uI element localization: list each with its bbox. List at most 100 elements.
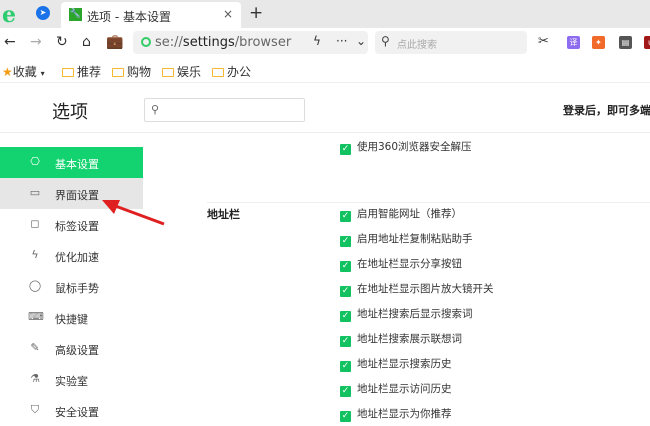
option-label: 地址栏显示访问历史 — [357, 383, 452, 395]
check-icon: ✓ — [340, 236, 351, 247]
sidebar: ⎔ 基本设置 ▭ 界面设置 ◻ 标签设置 ϟ 优化加速 ◯ 鼠标手势 ⌨ 快捷键 ✎ 高级设置… — [0, 147, 143, 426]
option-checkbox[interactable]: ✓ 使用360浏览器安全解压 — [340, 139, 472, 155]
lightning-icon[interactable]: ϟ — [313, 34, 321, 48]
sidebar-item-lab[interactable]: ⚗ 实验室 — [0, 364, 143, 395]
translate-icon[interactable]: 译 — [567, 36, 580, 49]
dropdown-icon: ▾ — [40, 69, 45, 78]
sidebar-item-label: 快捷键 — [55, 313, 88, 326]
check-icon: ✓ — [340, 361, 351, 372]
option-label: 在地址栏显示分享按钮 — [357, 258, 462, 270]
reader-icon[interactable]: ▤ — [619, 36, 632, 49]
folder-label: 办公 — [227, 65, 252, 79]
pinned-tab-icon[interactable]: ➤ — [36, 6, 50, 20]
option-checkbox[interactable]: ✓ 在地址栏显示图片放大镜开关 — [340, 281, 494, 297]
more-button[interactable]: ··· — [336, 34, 347, 48]
search-placeholder: 点此搜索 — [397, 40, 437, 51]
option-checkbox[interactable]: ✓ 在地址栏显示分享按钮 — [340, 256, 462, 272]
option-checkbox[interactable]: ✓ 地址栏显示为你推荐 — [340, 406, 452, 422]
option-label: 启用地址栏复制粘贴助手 — [357, 233, 473, 245]
section-title: 地址栏 — [207, 208, 240, 221]
search-icon: ⚲ — [151, 103, 160, 116]
option-label: 启用智能网址（推荐） — [357, 208, 462, 220]
check-icon: ✓ — [340, 336, 351, 347]
sidebar-item-security[interactable]: ⛉ 安全设置 — [0, 395, 143, 426]
option-checkbox[interactable]: ✓ 启用智能网址（推荐） — [340, 206, 462, 222]
option-checkbox[interactable]: ✓ 地址栏显示搜索历史 — [340, 356, 452, 372]
option-checkbox[interactable]: ✓ 地址栏显示访问历史 — [340, 381, 452, 397]
shield-icon: ⛉ — [30, 403, 40, 416]
login-prompt[interactable]: 登录后，即可多端 — [563, 102, 650, 118]
check-icon: ✓ — [340, 261, 351, 272]
check-icon: ✓ — [340, 386, 351, 397]
bookmark-favorites[interactable]: ★收藏 ▾ — [2, 63, 45, 80]
tab-icon: ◻ — [30, 217, 40, 230]
favorites-label: 收藏 — [12, 65, 37, 79]
bookmark-folder[interactable]: 购物 — [112, 63, 151, 80]
sidebar-item-label: 安全设置 — [55, 406, 99, 419]
address-bar[interactable]: se://settings/browser ϟ ··· ⌄ — [133, 31, 368, 54]
chevron-down-icon[interactable]: ⌄ — [356, 34, 366, 48]
sidebar-item-basic[interactable]: ⎔ 基本设置 — [0, 147, 143, 178]
option-checkbox[interactable]: ✓ 地址栏搜索后显示搜索词 — [340, 306, 473, 322]
briefcase-icon[interactable]: 💼 — [106, 34, 123, 50]
sidebar-item-label: 界面设置 — [55, 189, 99, 202]
divider — [0, 132, 650, 133]
option-checkbox[interactable]: ✓ 启用地址栏复制粘贴助手 — [340, 231, 473, 247]
red-arrow-annotation — [102, 200, 165, 226]
game-icon[interactable]: ✦ — [592, 36, 605, 49]
sidebar-item-label: 标签设置 — [55, 220, 99, 233]
scissors-icon[interactable]: ✂ — [538, 34, 549, 49]
new-tab-button[interactable]: + — [249, 3, 263, 23]
sidebar-item-shortcuts[interactable]: ⌨ 快捷键 — [0, 302, 143, 333]
bookmark-folder[interactable]: 推荐 — [62, 63, 101, 80]
search-icon: ⚲ — [381, 34, 390, 48]
url-host: settings — [182, 35, 235, 50]
close-tab-button[interactable]: × — [223, 7, 233, 21]
sidebar-item-advanced[interactable]: ✎ 高级设置 — [0, 333, 143, 364]
check-icon: ✓ — [340, 144, 351, 155]
back-icon[interactable]: ← — [4, 34, 16, 50]
tab-settings[interactable]: 🔧 选项 - 基本设置 × — [61, 2, 241, 28]
folder-icon — [112, 68, 124, 77]
url-path: /browser — [234, 35, 292, 50]
search-bar[interactable]: ⚲ 点此搜索 — [375, 31, 527, 54]
forward-icon[interactable]: → — [30, 34, 42, 50]
window-icon: ▭ — [29, 186, 41, 199]
bookmark-folder[interactable]: 娱乐 — [162, 63, 201, 80]
tab-bar: e ➤ 🔧 选项 - 基本设置 × + — [0, 0, 650, 28]
check-icon: ✓ — [340, 286, 351, 297]
url-prefix: se:// — [155, 35, 183, 50]
bookmark-folder[interactable]: 办公 — [212, 63, 251, 80]
option-checkbox[interactable]: ✓ 地址栏搜索展示联想词 — [340, 331, 462, 347]
folder-icon — [62, 68, 74, 77]
star-icon: ★ — [2, 65, 13, 79]
shield-ext-icon[interactable]: u — [644, 36, 650, 49]
option-label: 地址栏搜索展示联想词 — [357, 333, 462, 345]
mouse-icon: ◯ — [28, 279, 42, 292]
flask-icon: ⚗ — [30, 372, 40, 385]
secure-icon — [141, 37, 151, 47]
toolbar: ← → ↻ ⌂ 💼 se://settings/browser ϟ ··· ⌄ … — [0, 28, 650, 58]
folder-icon — [212, 68, 224, 77]
folder-icon — [162, 68, 174, 77]
option-label: 地址栏显示为你推荐 — [357, 408, 452, 420]
bookmarks-bar: ★收藏 ▾ 推荐 购物 娱乐 办公 — [0, 58, 650, 83]
lightning-icon: ϟ — [31, 248, 39, 261]
sidebar-item-label: 基本设置 — [55, 158, 99, 171]
home-icon[interactable]: ⌂ — [82, 34, 91, 50]
check-icon: ✓ — [340, 311, 351, 322]
option-label: 使用360浏览器安全解压 — [357, 141, 472, 153]
keyboard-icon: ⌨ — [28, 310, 44, 323]
option-label: 地址栏搜索后显示搜索词 — [357, 308, 473, 320]
sidebar-item-label: 鼠标手势 — [55, 282, 99, 295]
divider — [207, 202, 650, 203]
option-label: 在地址栏显示图片放大镜开关 — [357, 283, 494, 295]
browser-logo-icon: e — [2, 2, 16, 28]
settings-search-input[interactable]: ⚲ — [144, 98, 305, 122]
sidebar-item-optimize[interactable]: ϟ 优化加速 — [0, 240, 143, 271]
sidebar-item-mouse-gestures[interactable]: ◯ 鼠标手势 — [0, 271, 143, 302]
wrench-icon: ✎ — [30, 341, 40, 354]
check-icon: ✓ — [340, 411, 351, 422]
check-icon: ✓ — [340, 211, 351, 222]
reload-icon[interactable]: ↻ — [56, 34, 68, 50]
